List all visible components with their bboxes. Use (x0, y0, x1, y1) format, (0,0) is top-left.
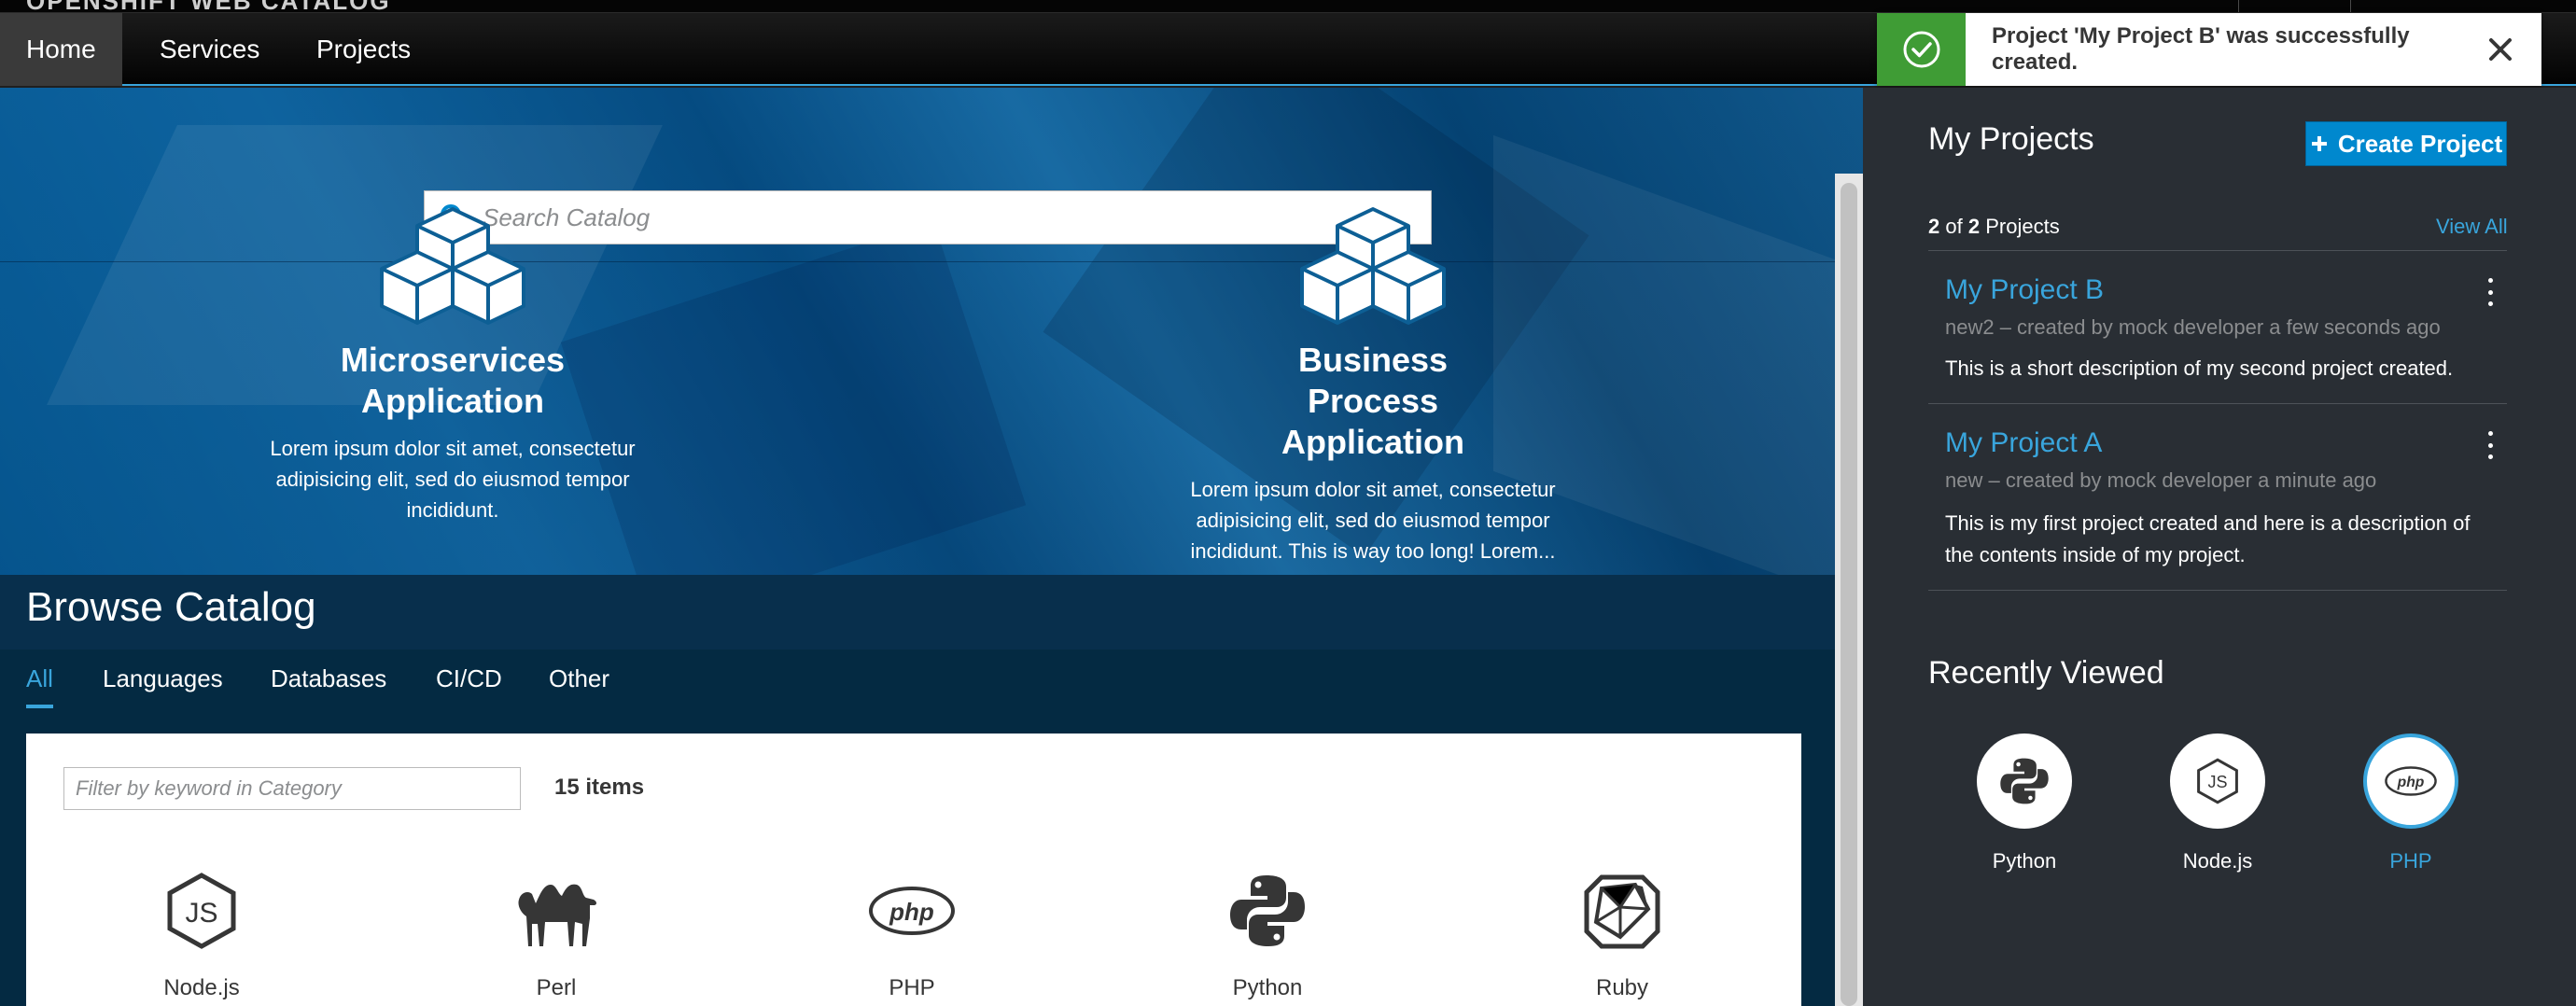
recent-item-icon-circle: JS (2170, 734, 2265, 829)
nav-item-home[interactable]: Home (0, 13, 122, 86)
toast-status (1877, 13, 1966, 86)
create-project-button[interactable]: Create Project (2305, 121, 2507, 166)
divider (1928, 403, 2507, 404)
catalog-item-ruby[interactable]: Ruby (1566, 872, 1678, 1001)
nav-item-projects[interactable]: Projects (290, 13, 437, 86)
catalog-item-nodejs[interactable]: JS Node.js (146, 872, 258, 1001)
project-title-link[interactable]: My Project A (1945, 427, 2102, 459)
recent-item-label: PHP (2389, 849, 2432, 873)
camel-icon (518, 884, 596, 946)
tab-all[interactable]: All (26, 664, 53, 708)
recent-item-python[interactable]: Python (1950, 734, 2099, 873)
feature-business-process[interactable]: Business Process Application Lorem ipsum… (1168, 205, 1578, 566)
ruby-icon (1584, 874, 1660, 949)
feature-microservices[interactable]: Microservices Application Lorem ipsum do… (247, 205, 658, 525)
recent-item-icon-circle (1977, 734, 2072, 829)
nav-item-services[interactable]: Services (133, 13, 286, 86)
plus-icon (2311, 136, 2327, 151)
svg-text:php: php (889, 898, 934, 926)
toast-message: Project 'My Project B' was successfully … (1992, 23, 2410, 75)
tab-other[interactable]: Other (549, 664, 609, 705)
cubes-icon (380, 207, 525, 325)
close-icon[interactable] (2488, 37, 2513, 62)
browse-catalog-title: Browse Catalog (26, 584, 316, 630)
project-meta: new2 – created by mock developer a few s… (1945, 315, 2441, 339)
feature-title: Business Process Application (1281, 341, 1464, 461)
svg-text:JS: JS (185, 898, 217, 929)
recent-item-label: Python (1992, 849, 2057, 873)
toast-close-button[interactable] (2482, 31, 2519, 68)
catalog-item-label: PHP (889, 975, 935, 1000)
recent-item-php[interactable]: php PHP (2336, 734, 2485, 873)
items-count: 15 items (554, 775, 645, 800)
catalog-item-label: Perl (536, 975, 577, 1000)
catalog-card: 15 items JS Node.js Perl php PHP (26, 734, 1801, 1006)
feature-description: Lorem ipsum dolor sit amet, consectetur … (1190, 478, 1556, 563)
python-icon (1230, 875, 1305, 946)
my-projects-title: My Projects (1928, 121, 2094, 157)
nodejs-icon: JS (167, 873, 236, 949)
catalog-body: 15 items JS Node.js Perl php PHP (0, 734, 1835, 1006)
project-description: This is my first project created and her… (1945, 511, 2471, 566)
create-project-label: Create Project (2337, 129, 2503, 158)
hero-banner: Microservices Application Lorem ipsum do… (0, 88, 1863, 575)
svg-text:JS: JS (2207, 773, 2227, 791)
php-icon: php (869, 887, 955, 935)
browse-catalog-header: Browse Catalog (0, 575, 1835, 650)
check-circle-icon (1903, 31, 1939, 68)
php-icon: php (2385, 766, 2437, 796)
nodejs-icon: JS (2197, 758, 2238, 804)
catalog-item-perl[interactable]: Perl (500, 872, 612, 1001)
project-title-link[interactable]: My Project B (1945, 274, 2104, 306)
success-toast: Project 'My Project B' was successfully … (1877, 13, 2541, 86)
brand-strip: OPENSHIFT WEB CATALOG (0, 0, 2576, 13)
kebab-menu-icon[interactable] (2485, 431, 2496, 459)
divider (2238, 0, 2239, 12)
tab-cicd[interactable]: CI/CD (436, 664, 502, 705)
feature-title: Microservices Application (340, 341, 566, 420)
tab-databases[interactable]: Databases (271, 664, 386, 705)
divider (2350, 0, 2351, 12)
my-projects-panel: My Projects Create Project 2 of 2 Projec… (1863, 88, 2576, 1006)
catalog-item-php[interactable]: php PHP (856, 872, 968, 1001)
catalog-item-python[interactable]: Python (1211, 872, 1323, 1001)
project-meta: new – created by mock developer a minute… (1945, 468, 2377, 492)
project-count: 2 of 2 Projects (1928, 215, 2060, 238)
project-description: This is a short description of my second… (1945, 356, 2454, 380)
cubes-icon (1300, 207, 1446, 325)
category-tabs: All Languages Databases CI/CD Other (0, 650, 1835, 734)
main-scrollbar-thumb[interactable] (1841, 183, 1857, 1006)
category-filter-input[interactable] (63, 767, 521, 810)
catalog-item-label: Python (1232, 975, 1303, 1000)
divider (1928, 250, 2507, 251)
feature-description: Lorem ipsum dolor sit amet, consectetur … (270, 437, 636, 522)
divider (1928, 590, 2507, 591)
brand-logo-text: OPENSHIFT WEB CATALOG (26, 0, 391, 12)
recently-viewed-title: Recently Viewed (1928, 655, 2164, 691)
python-icon (2000, 758, 2049, 804)
recent-item-nodejs[interactable]: JS Node.js (2143, 734, 2292, 873)
recent-item-label: Node.js (2182, 849, 2253, 873)
kebab-menu-icon[interactable] (2485, 278, 2496, 306)
catalog-item-label: Ruby (1595, 975, 1649, 1000)
view-all-link[interactable]: View All (2436, 215, 2508, 239)
catalog-item-label: Node.js (163, 975, 240, 1000)
tab-languages[interactable]: Languages (103, 664, 223, 705)
svg-text:php: php (2397, 775, 2425, 790)
recent-item-icon-circle: php (2363, 734, 2458, 829)
